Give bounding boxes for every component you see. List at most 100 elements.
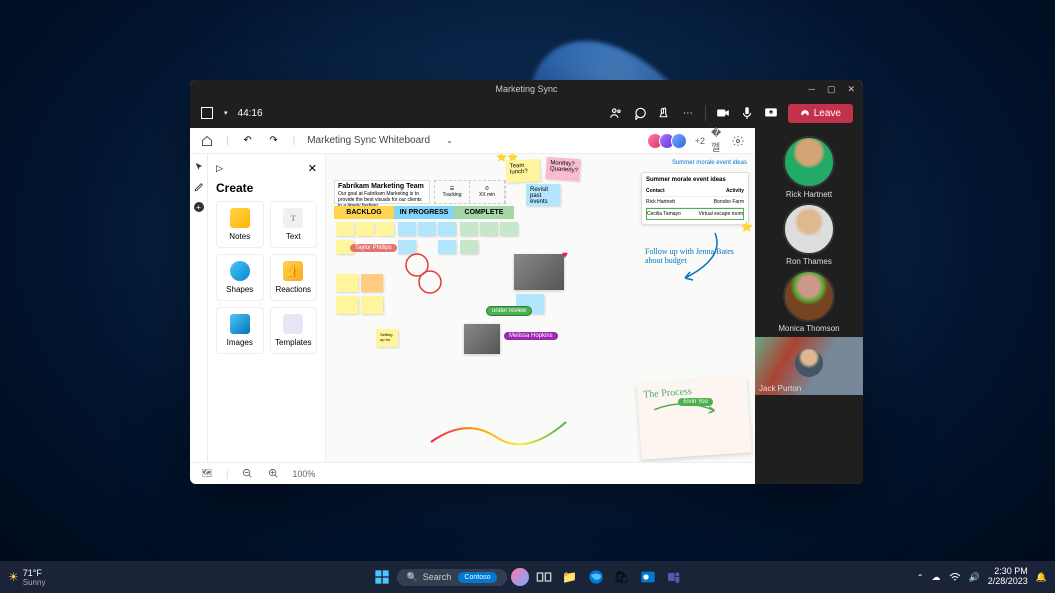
raise-hand-icon[interactable] — [657, 106, 671, 120]
redo-icon[interactable]: ↷ — [267, 134, 281, 148]
tag-review: under review — [486, 306, 532, 316]
metrics-box[interactable]: ☰Tracking ⏱XX min — [434, 180, 506, 204]
people-icon[interactable] — [609, 106, 623, 120]
participant[interactable]: Ron Thames — [783, 203, 835, 266]
sticky-note[interactable] — [376, 222, 394, 236]
photo[interactable] — [514, 254, 564, 290]
sticky-monthly[interactable]: Monthly? Quarterly? — [545, 157, 580, 181]
share-icon[interactable] — [764, 106, 778, 120]
outlook-icon[interactable] — [637, 566, 659, 588]
create-shapes[interactable]: Shapes — [216, 254, 264, 301]
start-button[interactable] — [371, 566, 393, 588]
whiteboard-toolbar: | ↶ ↷ | Marketing Sync Whiteboard ⌄ +2 �… — [190, 128, 755, 154]
create-notes[interactable]: Notes — [216, 201, 264, 248]
leave-label: Leave — [814, 108, 841, 119]
close-button[interactable]: ✕ — [847, 84, 855, 95]
team-header-card[interactable]: Fabrikam Marketing Team Our goal at Fabr… — [334, 180, 430, 204]
sticky-note[interactable] — [336, 274, 358, 292]
undo-icon[interactable]: ↶ — [241, 134, 255, 148]
maximize-button[interactable]: ▢ — [827, 84, 836, 95]
zoom-out-icon[interactable] — [240, 467, 254, 481]
taskbar: ☀ 71°F Sunny 🔍 Search Contoso 📁 🛍 ⌃ ☁ 🔊 … — [0, 561, 1055, 593]
participant-video[interactable]: Jack Purton — [755, 337, 863, 395]
share-whiteboard-icon[interactable]: �껠 — [711, 134, 725, 148]
create-text[interactable]: TText — [270, 201, 318, 248]
task-view-icon[interactable] — [533, 566, 555, 588]
sticky-note[interactable] — [480, 222, 498, 236]
settings-icon[interactable] — [731, 134, 745, 148]
clock[interactable]: 2:30 PM 2/28/2023 — [988, 567, 1028, 587]
create-panel: ▷ ✕ Create Notes TText Shapes Reactions … — [208, 154, 326, 462]
sticky-note[interactable] — [398, 222, 416, 236]
notifications-icon[interactable]: 🔔 — [1036, 572, 1047, 583]
whiteboard-footer: 🗺 | 100% — [190, 462, 755, 484]
zoom-level[interactable]: 100% — [292, 469, 315, 479]
weather-widget[interactable]: ☀ 71°F Sunny — [8, 568, 45, 587]
morale-card[interactable]: Summer morale event ideas ContactActivit… — [641, 172, 749, 225]
edge-icon[interactable] — [585, 566, 607, 588]
meeting-timer: 44:16 — [238, 108, 263, 119]
sticky-note[interactable] — [500, 222, 518, 236]
file-explorer-icon[interactable]: 📁 — [559, 566, 581, 588]
sticky-team-lunch[interactable]: Team lunch? — [505, 159, 540, 183]
whiteboard-title[interactable]: Marketing Sync Whiteboard — [307, 135, 430, 146]
sticky-note[interactable] — [460, 222, 478, 236]
search-box[interactable]: 🔍 Search Contoso — [397, 569, 507, 586]
collaborator-avatars[interactable] — [651, 133, 687, 149]
store-icon[interactable]: 🛍 — [611, 566, 633, 588]
add-tool-icon[interactable]: + — [194, 202, 204, 212]
pen-tool-icon[interactable] — [194, 182, 204, 192]
process-document[interactable]: The Process — [636, 376, 751, 459]
kanban-backlog-header[interactable]: BACKLOG — [334, 206, 394, 219]
tray-wifi-icon[interactable] — [949, 572, 961, 582]
tray-volume-icon[interactable]: 🔊 — [969, 572, 980, 583]
tray-cloud-icon[interactable]: ☁ — [932, 572, 941, 583]
participants-panel: Rick Hartnett Ron Thames Monica Thomson … — [755, 128, 863, 484]
mic-icon[interactable] — [740, 106, 754, 120]
minimize-button[interactable]: ─ — [809, 84, 815, 95]
sticky-note[interactable] — [361, 296, 383, 314]
sticky-note[interactable]: Setting up for — [376, 329, 398, 347]
sticky-note[interactable] — [438, 222, 456, 236]
cursor-tool-icon[interactable] — [194, 162, 204, 172]
sticky-note[interactable] — [460, 240, 478, 254]
window-title: Marketing Sync — [495, 84, 557, 94]
create-images[interactable]: Images — [216, 307, 264, 354]
create-panel-title: Create — [216, 181, 317, 195]
tray-chevron-icon[interactable]: ⌃ — [917, 573, 924, 582]
close-panel-icon[interactable]: ✕ — [308, 162, 317, 175]
sticky-note[interactable] — [418, 222, 436, 236]
copilot-icon[interactable] — [511, 568, 529, 586]
search-icon: 🔍 — [407, 572, 418, 583]
morale-link[interactable]: Summer morale event ideas — [672, 160, 747, 166]
sticky-note[interactable] — [361, 274, 383, 292]
chevron-down-icon[interactable]: ▾ — [224, 109, 228, 117]
sticky-note[interactable] — [356, 222, 374, 236]
zoom-in-icon[interactable] — [266, 467, 280, 481]
photo[interactable] — [464, 324, 500, 354]
participant[interactable]: Rick Hartnett — [783, 136, 835, 199]
grid-view-icon[interactable] — [200, 106, 214, 120]
sticky-revisit[interactable]: Revisit past events — [526, 184, 560, 206]
home-icon[interactable] — [200, 134, 214, 148]
chat-icon[interactable] — [633, 106, 647, 120]
leave-button[interactable]: Leave — [788, 104, 853, 123]
sticky-note[interactable] — [336, 222, 354, 236]
more-icon[interactable]: ⋯ — [681, 106, 695, 120]
create-templates[interactable]: Templates — [270, 307, 318, 354]
kanban-progress-header[interactable]: IN PROGRESS — [394, 206, 454, 219]
camera-icon[interactable] — [716, 106, 730, 120]
create-reactions[interactable]: Reactions — [270, 254, 318, 301]
whiteboard-canvas[interactable]: Fabrikam Marketing Team Our goal at Fabr… — [326, 154, 755, 462]
ink-followup[interactable]: Follow up with Jenna Bates about budget — [645, 248, 745, 266]
chevron-down-icon[interactable]: ⌄ — [446, 136, 453, 145]
map-icon[interactable]: 🗺 — [200, 467, 214, 481]
teams-icon[interactable] — [663, 566, 685, 588]
cursor-tag-taylor: Taylor Phillips — [350, 244, 397, 252]
sticky-note[interactable] — [336, 296, 358, 314]
teams-window: Marketing Sync ─ ▢ ✕ ▾ 44:16 ⋯ Leave — [190, 80, 863, 484]
participant[interactable]: Monica Thomson — [778, 270, 839, 333]
pointer-icon: ▷ — [216, 163, 223, 174]
kanban-complete-header[interactable]: COMPLETE — [454, 206, 514, 219]
collaborator-overflow[interactable]: +2 — [695, 136, 705, 146]
